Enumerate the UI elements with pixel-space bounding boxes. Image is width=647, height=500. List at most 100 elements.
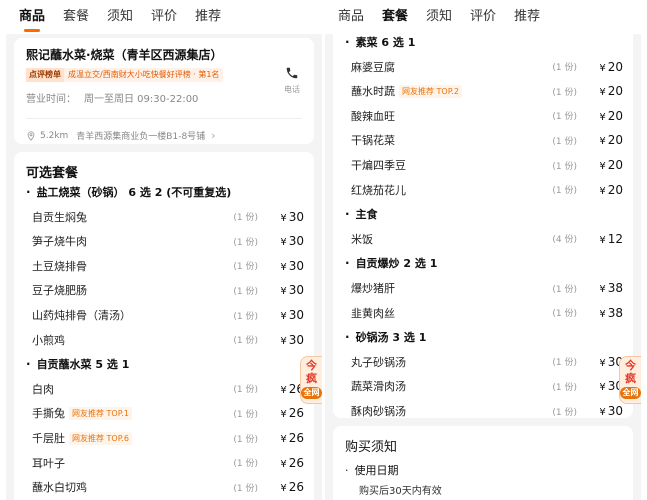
item-price: ¥12 bbox=[599, 232, 623, 246]
recommend-badge: 网友推荐 TOP.2 bbox=[399, 84, 462, 98]
item-price: ¥30 bbox=[280, 210, 304, 224]
item-quantity: (4 份) bbox=[552, 235, 577, 246]
menu-item-row: 韭黄肉丝 (1 份) ¥38 bbox=[345, 301, 633, 325]
currency-symbol: ¥ bbox=[599, 62, 606, 74]
notice-subtitle: · 使用日期 bbox=[345, 462, 399, 478]
tab-reviews[interactable]: 评价 bbox=[151, 0, 177, 34]
promo-float-tag[interactable]: 今疯 全网 bbox=[300, 356, 322, 404]
currency-symbol: ¥ bbox=[599, 357, 606, 369]
group-header: · 素菜 6 选 1 bbox=[345, 30, 633, 54]
menu-item-row: 手撕兔 网友推荐 TOP.1 (1 份) ¥26 bbox=[26, 401, 314, 425]
notice-title: 购买须知 bbox=[345, 440, 398, 455]
divider bbox=[26, 118, 302, 119]
hours-value: 周一至周日 09:30-22:00 bbox=[84, 94, 199, 105]
group-title: 素菜 6 选 1 bbox=[355, 36, 416, 49]
group-header: · 盐工烧菜（砂锅） 6 选 2 (不可重复选) bbox=[26, 180, 314, 204]
currency-symbol: ¥ bbox=[280, 434, 287, 445]
item-price: ¥30 bbox=[280, 234, 304, 248]
group-title: 自贡蘸水菜 5 选 1 bbox=[36, 358, 130, 372]
price-value: 30 bbox=[288, 234, 304, 249]
menu-item-row: 豆子烧肥肠 (1 份) ¥30 bbox=[26, 278, 314, 302]
item-quantity: (1 份) bbox=[552, 186, 577, 197]
tab-recommend[interactable]: 推荐 bbox=[195, 0, 221, 34]
item-name: 丸子砂锅汤 bbox=[351, 355, 406, 369]
currency-symbol: ¥ bbox=[280, 458, 287, 470]
item-price: ¥26 bbox=[280, 456, 304, 470]
currency-symbol: ¥ bbox=[599, 161, 606, 172]
menu-item-row: 酸辣血旺 (1 份) ¥20 bbox=[345, 104, 633, 128]
price-value: 20 bbox=[607, 59, 623, 74]
group-header: · 自贡蘸水菜 5 选 1 bbox=[26, 352, 314, 376]
menu-item-row: 耳叶子 (1 份) ¥26 bbox=[26, 451, 314, 475]
chevron-right-icon: › bbox=[211, 129, 216, 142]
address-row[interactable]: 5.2km 青羊西源集商业负一楼B1-8号铺 › bbox=[26, 129, 216, 142]
promo-sub-text: 全网 bbox=[620, 387, 641, 399]
bullet-dot: · bbox=[345, 464, 349, 477]
group-title: 自贡爆炒 2 选 1 bbox=[355, 257, 438, 271]
item-quantity: (1 份) bbox=[552, 136, 577, 147]
bullet-dot: · bbox=[26, 357, 31, 372]
item-quantity: (1 份) bbox=[552, 284, 577, 295]
menu-item-row: 蘸水时蔬 网友推荐 TOP.2 (1 份) ¥20 bbox=[345, 79, 633, 103]
currency-symbol: ¥ bbox=[599, 382, 606, 394]
menu-item-row: 米饭 (4 份) ¥12 bbox=[345, 227, 633, 251]
purchase-notice-card: 购买须知 · 使用日期 购买后30天内有效 bbox=[333, 426, 633, 500]
item-name: 麻婆豆腐 bbox=[351, 60, 395, 74]
price-value: 30 bbox=[288, 258, 304, 273]
menu-item-row: 自贡生焖兔 (1 份) ¥30 bbox=[26, 205, 314, 229]
hours-label: 营业时间： bbox=[26, 94, 76, 105]
menu-item-row: 丸子砂锅汤 (1 份) ¥30 bbox=[345, 350, 633, 374]
item-quantity: (1 份) bbox=[233, 483, 258, 494]
tab-notice[interactable]: 须知 bbox=[107, 0, 133, 34]
item-price: ¥30 bbox=[280, 283, 304, 297]
menu-item-row: 红烧茄花儿 (1 份) ¥20 bbox=[345, 178, 633, 202]
currency-symbol: ¥ bbox=[599, 308, 606, 320]
tab-bar: 商品 套餐 须知 评价 推荐 bbox=[6, 0, 322, 34]
item-quantity: (1 份) bbox=[233, 385, 258, 396]
price-value: 26 bbox=[288, 455, 304, 470]
item-quantity: (1 份) bbox=[552, 161, 577, 172]
currency-symbol: ¥ bbox=[599, 87, 606, 99]
price-value: 26 bbox=[288, 406, 304, 421]
item-quantity: (1 份) bbox=[552, 87, 577, 98]
item-price: ¥20 bbox=[599, 60, 623, 74]
bullet-dot: · bbox=[345, 330, 350, 345]
business-hours: 营业时间： 周一至周日 09:30-22:00 bbox=[26, 90, 206, 105]
currency-symbol: ¥ bbox=[280, 261, 287, 273]
item-price: ¥20 bbox=[599, 133, 623, 147]
promo-main-text: 今疯 bbox=[625, 359, 636, 385]
bullet-dot: · bbox=[26, 185, 31, 199]
phone-icon bbox=[286, 67, 298, 79]
phone-button[interactable]: 电话 bbox=[278, 66, 306, 95]
item-name: 千层肚 bbox=[32, 432, 65, 445]
promo-float-tag[interactable]: 今疯 全网 bbox=[619, 356, 641, 404]
item-quantity: (1 份) bbox=[552, 63, 577, 74]
item-quantity: (1 份) bbox=[552, 382, 577, 393]
ranking-badge[interactable]: 点评榜单 成温立交/西南财大小吃快餐好评榜 · 第1名 bbox=[26, 68, 224, 82]
section-title: 可选套餐 bbox=[26, 166, 79, 181]
notice-subtitle-text: 使用日期 bbox=[354, 464, 399, 477]
item-price: ¥30 bbox=[280, 333, 304, 347]
item-price: ¥30 bbox=[599, 404, 623, 418]
item-name: 自贡生焖兔 bbox=[32, 210, 87, 224]
bullet-dot: · bbox=[345, 35, 350, 49]
price-value: 38 bbox=[607, 305, 623, 320]
menu-item-row: 干煸四季豆 (1 份) ¥20 bbox=[345, 153, 633, 177]
menu-item-row: 干锅花菜 (1 份) ¥20 bbox=[345, 128, 633, 152]
package-card: 可选套餐 · 盐工烧菜（砂锅） 6 选 2 (不可重复选) 自贡生焖兔 (1 份) ¥3… bbox=[14, 152, 314, 500]
item-quantity: (1 份) bbox=[233, 409, 258, 420]
tab-products[interactable]: 商品 bbox=[19, 0, 45, 34]
item-quantity: (1 份) bbox=[233, 434, 258, 445]
item-name: 爆炒猪肝 bbox=[351, 282, 395, 295]
item-name: 米饭 bbox=[351, 232, 373, 246]
store-name: 熙记蘸水菜·烧菜（青羊区西源集店） bbox=[26, 48, 223, 62]
item-price: ¥20 bbox=[599, 158, 623, 172]
currency-symbol: ¥ bbox=[280, 212, 287, 224]
price-value: 20 bbox=[607, 158, 623, 172]
item-name: 蘸水白切鸡 bbox=[32, 481, 87, 495]
price-value: 30 bbox=[288, 283, 304, 298]
tab-packages[interactable]: 套餐 bbox=[63, 0, 89, 34]
item-name: 酸辣血旺 bbox=[351, 109, 395, 123]
currency-symbol: ¥ bbox=[280, 483, 287, 495]
menu-item-row: 山药炖排骨（清汤） (1 份) ¥30 bbox=[26, 303, 314, 327]
